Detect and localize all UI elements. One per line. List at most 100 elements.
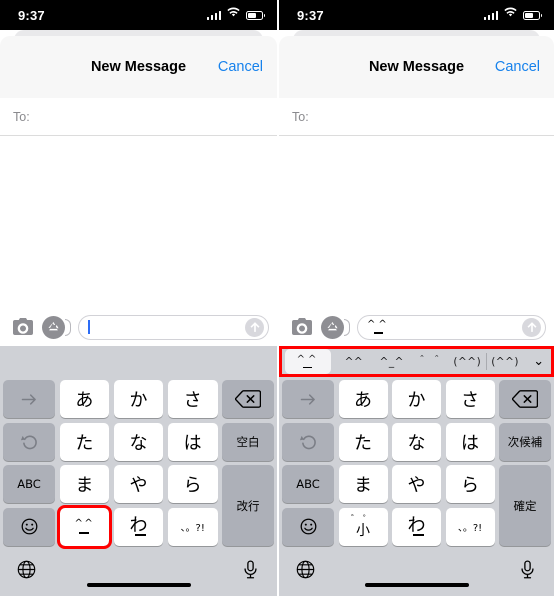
suggestion-kaomoji-1[interactable]: ^^	[285, 349, 331, 374]
suggestion-kaomoji-6[interactable]: (^^)	[486, 349, 524, 374]
to-field[interactable]: To:	[279, 98, 554, 136]
key-kaomoji[interactable]: ^^	[56, 504, 113, 549]
small-dakuten-glyph: ゛゜小	[350, 514, 375, 539]
keyboard: ^^ ^^ ^_^ ＾ ＾ (^^) (^^) ⌄ あかさたなは次候補 ABC まやら確定 ゛゜小わ…	[279, 346, 554, 596]
key-arrow-right[interactable]	[282, 380, 334, 418]
key-ka[interactable]: か	[113, 380, 164, 418]
app-store-icon[interactable]	[321, 315, 350, 339]
suggestion-kaomoji-5[interactable]: (^^)	[448, 349, 486, 374]
key-label: 、。?!	[457, 523, 483, 534]
home-indicator[interactable]	[364, 583, 469, 587]
key-punctuation[interactable]: 、。?!	[445, 507, 495, 546]
message-input[interactable]: ^^	[357, 314, 546, 340]
message-body	[279, 136, 554, 308]
keyboard-bottom-row	[279, 550, 554, 594]
key-label: ABC	[296, 477, 320, 491]
phone-panel-right: 9:37 New Message Cancel To: ^^ ^^ ^^ ^_^ ＾ ＾ (^^)…	[277, 0, 554, 600]
key-emoji[interactable]	[282, 507, 334, 546]
page-title: New Message	[90, 59, 187, 75]
compose-row: ^^	[279, 308, 554, 346]
suggestion-label: ^_^	[379, 355, 404, 368]
key-na[interactable]: な	[113, 422, 164, 461]
key-punctuation[interactable]: 、。?!	[167, 507, 218, 546]
status-time: 9:37	[297, 7, 324, 23]
key-ra[interactable]: ら	[445, 465, 495, 503]
key-sa[interactable]: さ	[445, 380, 495, 418]
key-ma[interactable]: ま	[338, 465, 388, 503]
key-ya[interactable]: や	[392, 465, 441, 503]
key-emoji[interactable]	[3, 507, 55, 546]
key-a[interactable]: あ	[338, 380, 388, 418]
camera-icon[interactable]	[289, 316, 314, 339]
key-label: さ	[183, 390, 202, 411]
home-indicator[interactable]	[86, 583, 191, 587]
send-button[interactable]	[522, 317, 541, 337]
suggestion-kaomoji-4[interactable]: ＾ ＾	[411, 349, 449, 374]
wa-glyph: わ	[407, 515, 426, 537]
nav-bar: New Message Cancel	[0, 36, 277, 98]
expand-suggestions-button[interactable]: ⌄	[524, 349, 554, 374]
key-wa[interactable]: わ	[392, 507, 441, 546]
key-abc[interactable]: ABC	[282, 465, 334, 503]
key-label: や	[129, 475, 148, 496]
status-time: 9:37	[18, 7, 45, 23]
key-ta[interactable]: た	[59, 422, 110, 461]
key-wa[interactable]: わ	[113, 507, 164, 546]
cancel-button[interactable]: Cancel	[495, 59, 540, 75]
cancel-button[interactable]: Cancel	[218, 59, 263, 75]
key-rows: あかさたなは次候補 ABC まやら確定 ゛゜小わ、。?!	[279, 377, 554, 546]
to-label: To:	[292, 109, 309, 124]
key-backspace[interactable]	[499, 380, 551, 418]
key-label: 、。?!	[180, 523, 205, 534]
key-row: ABC まやら確定	[282, 465, 551, 546]
wifi-icon	[226, 5, 241, 25]
phone-panel-left: 9:37 New Message Cancel To: あか さたなは 空白 ABC まやら改行…	[0, 0, 277, 600]
key-label: な	[407, 432, 426, 454]
key-ya[interactable]: や	[113, 465, 164, 503]
status-bar: 9:37	[0, 0, 277, 30]
key-na[interactable]: な	[392, 422, 441, 461]
message-input[interactable]	[78, 314, 269, 340]
key-ha[interactable]: は	[445, 422, 495, 461]
input-kaomoji-value: ^^	[367, 320, 390, 334]
send-button[interactable]	[245, 317, 264, 337]
key-backspace[interactable]	[222, 380, 275, 418]
key-label: か	[129, 390, 148, 411]
key-row: ABC まやら改行	[3, 465, 275, 546]
key-ha[interactable]: は	[167, 422, 218, 461]
key-undo[interactable]	[3, 422, 55, 461]
key-row: た な は 空白	[3, 422, 275, 461]
key-ka[interactable]: か	[392, 380, 441, 418]
key-undo[interactable]	[282, 422, 334, 461]
text-caret	[88, 320, 90, 334]
key-space[interactable]: 空白	[222, 422, 275, 461]
key-abc[interactable]: ABC	[3, 465, 55, 503]
suggestion-kaomoji-3[interactable]: ^_^	[373, 349, 411, 374]
key-ta[interactable]: た	[338, 422, 388, 461]
key-label: あ	[354, 390, 372, 411]
globe-icon[interactable]	[16, 559, 37, 585]
key-small-dakuten[interactable]: ゛゜小	[338, 507, 388, 546]
suggestion-label: (^^)	[453, 355, 482, 368]
key-next-candidate[interactable]: 次候補	[499, 422, 551, 461]
key-column-spacer	[499, 508, 551, 546]
app-store-icon[interactable]	[42, 315, 71, 339]
key-label: 空白	[236, 434, 260, 449]
key-ma[interactable]: ま	[59, 465, 110, 503]
to-field[interactable]: To:	[0, 98, 277, 136]
suggestion-kaomoji-2[interactable]: ^^	[335, 349, 373, 374]
battery-icon	[523, 10, 542, 20]
key-label: な	[129, 432, 148, 454]
status-indicators	[206, 5, 265, 25]
kaomoji-face: ^^	[74, 519, 94, 534]
camera-icon[interactable]	[10, 316, 35, 339]
microphone-icon[interactable]	[240, 559, 261, 585]
key-a[interactable]: あ	[59, 380, 110, 418]
suggestion-bar	[0, 346, 277, 377]
key-sa[interactable]: さ	[167, 380, 218, 418]
message-body	[0, 136, 277, 308]
microphone-icon[interactable]	[517, 559, 538, 585]
key-ra[interactable]: ら	[167, 465, 218, 503]
key-arrow-right[interactable]	[3, 380, 55, 418]
globe-icon[interactable]	[295, 559, 316, 585]
